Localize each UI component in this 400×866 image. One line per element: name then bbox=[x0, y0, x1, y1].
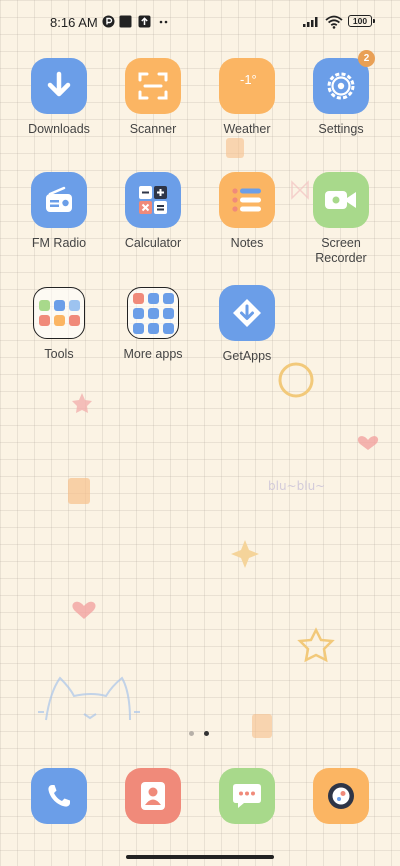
page-dot-1[interactable] bbox=[189, 731, 194, 736]
mini-app-icon bbox=[53, 315, 65, 326]
page-dot-2[interactable] bbox=[204, 731, 209, 736]
mini-app-icon bbox=[38, 315, 50, 326]
calculator-icon bbox=[139, 186, 167, 214]
status-bar: 8:16 AM 100 bbox=[0, 0, 400, 44]
app-settings[interactable]: 2 Settings bbox=[294, 50, 388, 137]
scanner-icon bbox=[138, 72, 168, 100]
scanner-tile[interactable] bbox=[125, 58, 181, 114]
signal-icon bbox=[303, 17, 318, 27]
download-icon bbox=[47, 71, 71, 97]
battery-indicator: 100 bbox=[348, 15, 372, 27]
mini-app-icon bbox=[53, 300, 65, 311]
notification-badge: 2 bbox=[358, 50, 375, 67]
doodle-star bbox=[72, 393, 92, 413]
app-label: Scanner bbox=[129, 122, 177, 136]
more-apps-folder-tile[interactable] bbox=[127, 287, 179, 339]
app-label: Calculator bbox=[124, 236, 182, 250]
app-label: FM Radio bbox=[31, 236, 87, 250]
camera-app[interactable] bbox=[313, 768, 369, 824]
mini-app-icon bbox=[147, 307, 159, 319]
app-getapps[interactable]: GetApps bbox=[200, 285, 294, 364]
doodle-heart bbox=[357, 436, 379, 450]
downloads-tile[interactable] bbox=[31, 58, 87, 114]
doodle-cat bbox=[45, 676, 131, 721]
video-camera-icon bbox=[325, 191, 356, 209]
messages-icon bbox=[233, 784, 261, 808]
app-label: Weather bbox=[223, 122, 271, 136]
mini-app-icon bbox=[38, 300, 50, 311]
mini-app-icon bbox=[132, 292, 144, 304]
messages-app[interactable] bbox=[219, 768, 275, 824]
notes-icon bbox=[232, 188, 261, 212]
notes-tile[interactable] bbox=[219, 172, 275, 228]
getapps-icon bbox=[233, 299, 261, 327]
app-label: GetApps bbox=[222, 349, 272, 363]
app-screen-recorder[interactable]: Screen Recorder bbox=[294, 172, 388, 266]
calculator-tile[interactable] bbox=[125, 172, 181, 228]
doodle-sticker bbox=[252, 714, 272, 738]
gear-icon bbox=[327, 72, 355, 100]
getapps-tile[interactable] bbox=[219, 285, 275, 341]
status-time: 8:16 AM bbox=[50, 15, 98, 30]
weather-tile[interactable]: -1° bbox=[219, 58, 275, 114]
app-label: Settings bbox=[318, 122, 364, 136]
mini-app-icon bbox=[68, 300, 80, 311]
app-calculator[interactable]: Calculator bbox=[106, 172, 200, 251]
app-downloads[interactable]: Downloads bbox=[12, 58, 106, 137]
phone-icon bbox=[48, 785, 70, 807]
mini-app-icon bbox=[147, 292, 159, 304]
wifi-icon bbox=[325, 15, 343, 29]
mini-app-icon bbox=[147, 322, 159, 334]
mini-app-icon bbox=[132, 322, 144, 334]
mini-app-icon bbox=[162, 307, 174, 319]
fm-radio-tile[interactable] bbox=[31, 172, 87, 228]
app-label: Downloads bbox=[28, 122, 90, 136]
app-weather[interactable]: -1° Weather bbox=[200, 58, 294, 137]
doodle-star bbox=[297, 627, 335, 663]
doodle-heart bbox=[72, 601, 96, 619]
phone-app[interactable] bbox=[31, 768, 87, 824]
screen-recorder-tile[interactable] bbox=[313, 172, 369, 228]
doodle-ring bbox=[278, 362, 314, 398]
app-fm-radio[interactable]: FM Radio bbox=[12, 172, 106, 251]
mini-app-icon bbox=[162, 322, 174, 334]
notification-square-icon bbox=[119, 15, 132, 28]
tools-folder-tile[interactable] bbox=[33, 287, 85, 339]
notification-upload-icon bbox=[138, 15, 151, 28]
more-notifications-icon bbox=[159, 20, 168, 24]
doodle-sparkle bbox=[231, 540, 259, 568]
app-label: Screen Recorder bbox=[315, 236, 367, 265]
settings-tile[interactable]: 2 bbox=[313, 50, 375, 114]
mini-app-icon bbox=[162, 292, 174, 304]
app-label: More apps bbox=[123, 347, 183, 361]
mini-app-icon bbox=[132, 307, 144, 319]
battery-tip bbox=[373, 19, 375, 23]
app-label: Tools bbox=[44, 347, 74, 361]
doodle-text: blu~blu~ bbox=[268, 479, 325, 493]
app-label: Notes bbox=[230, 236, 264, 250]
camera-icon bbox=[328, 783, 354, 809]
weather-temperature: -1° bbox=[240, 72, 257, 87]
contacts-icon bbox=[141, 782, 165, 810]
radio-icon bbox=[46, 186, 72, 212]
gesture-navigation-bar[interactable] bbox=[126, 855, 274, 859]
app-notes[interactable]: Notes bbox=[200, 172, 294, 251]
battery-level: 100 bbox=[352, 16, 368, 26]
folder-more-apps[interactable]: More apps bbox=[106, 285, 200, 362]
doodle-sticker bbox=[68, 478, 90, 504]
folder-tools[interactable]: Tools bbox=[12, 285, 106, 362]
mini-app-icon bbox=[68, 315, 80, 326]
notification-p-icon bbox=[102, 15, 115, 28]
app-scanner[interactable]: Scanner bbox=[106, 58, 200, 137]
contacts-app[interactable] bbox=[125, 768, 181, 824]
doodle-cat-whiskers bbox=[38, 711, 140, 720]
doodle-sticker bbox=[226, 138, 244, 158]
